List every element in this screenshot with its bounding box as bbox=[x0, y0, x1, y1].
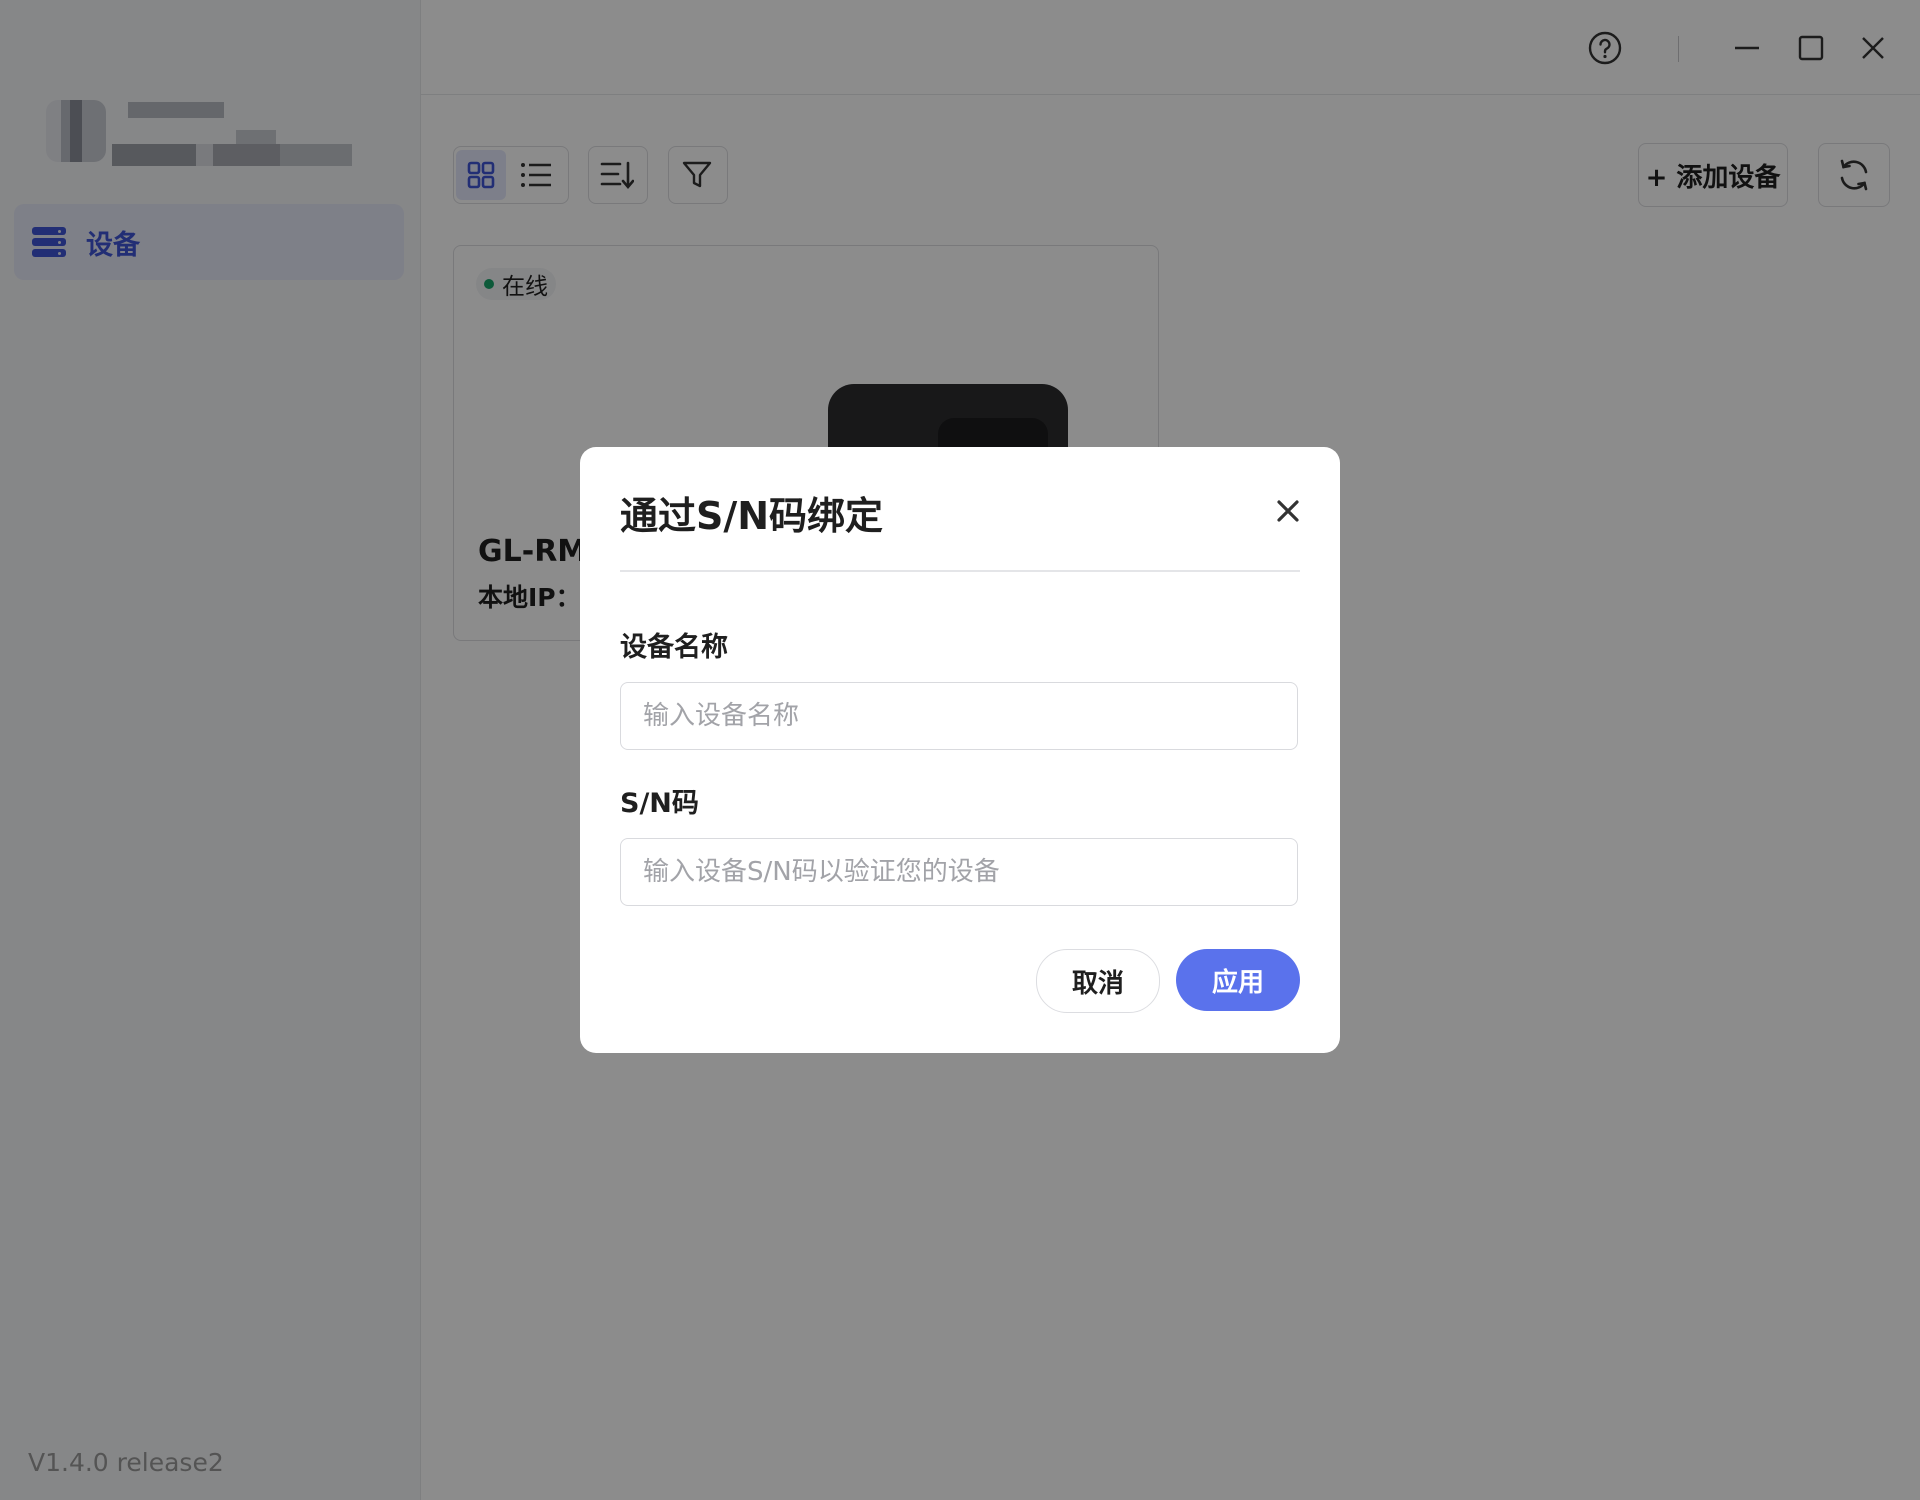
dialog-close-button[interactable] bbox=[1268, 491, 1308, 531]
bind-by-sn-dialog: 通过S/N码绑定 设备名称 S/N码 取消 应用 bbox=[580, 447, 1340, 1053]
sn-label: S/N码 bbox=[620, 788, 699, 819]
apply-button[interactable]: 应用 bbox=[1176, 949, 1300, 1011]
sn-input[interactable] bbox=[620, 838, 1298, 906]
close-icon bbox=[1277, 500, 1299, 522]
device-name-label: 设备名称 bbox=[620, 632, 728, 663]
cancel-button[interactable]: 取消 bbox=[1036, 949, 1160, 1013]
device-name-input[interactable] bbox=[620, 682, 1298, 750]
dialog-title: 通过S/N码绑定 bbox=[620, 494, 884, 538]
dialog-divider bbox=[620, 570, 1300, 572]
